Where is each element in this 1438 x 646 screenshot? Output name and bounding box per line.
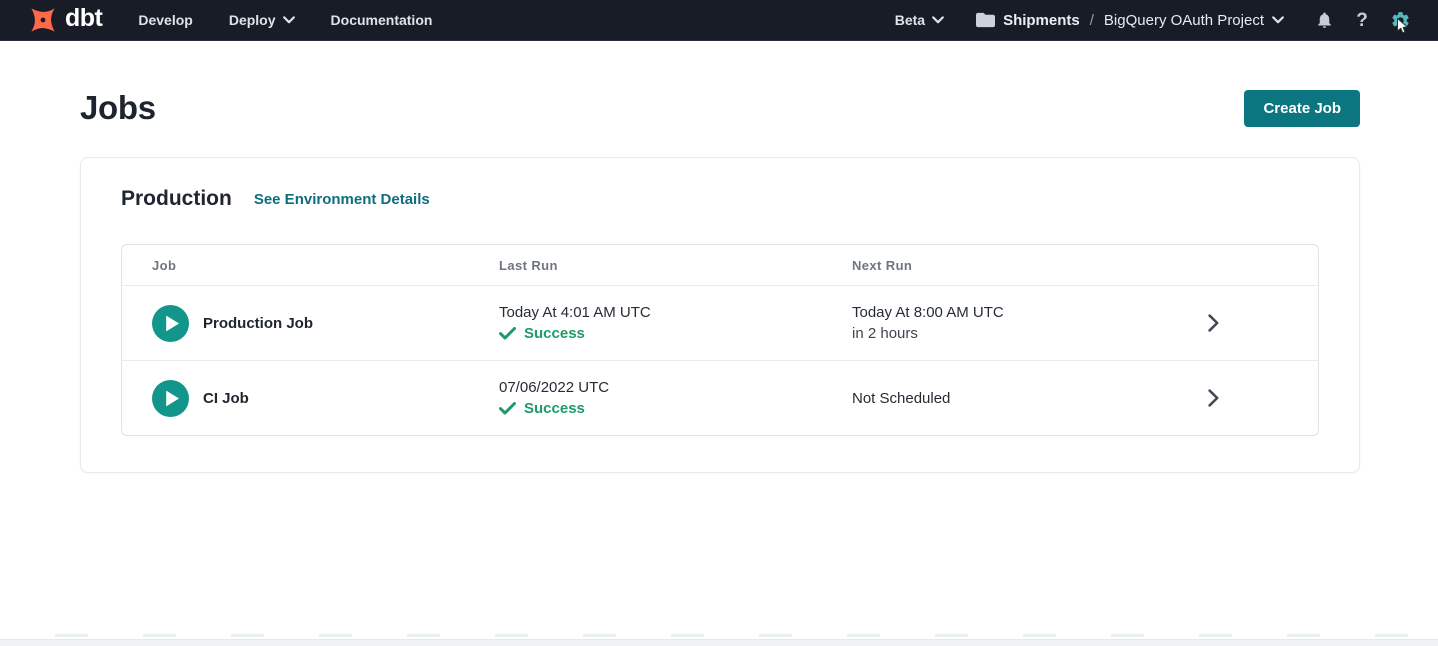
help-icon: ? bbox=[1356, 11, 1368, 30]
table-row-ci-job[interactable]: CI Job 07/06/2022 UTC Success Not Schedu… bbox=[122, 360, 1318, 435]
row-open-button[interactable] bbox=[1183, 314, 1243, 332]
last-run-status: Success bbox=[499, 400, 852, 417]
environment-card-header: Production See Environment Details bbox=[121, 185, 1319, 213]
status-text: Success bbox=[524, 325, 585, 342]
nav-items: Develop Deploy Documentation bbox=[138, 12, 432, 28]
last-run-status: Success bbox=[499, 325, 852, 342]
column-header-last-run: Last Run bbox=[499, 258, 852, 273]
chevron-right-icon bbox=[1208, 389, 1219, 407]
job-cell: CI Job bbox=[152, 380, 499, 417]
notifications-button[interactable] bbox=[1312, 8, 1336, 32]
run-job-button[interactable] bbox=[152, 380, 189, 417]
nav-item-documentation[interactable]: Documentation bbox=[331, 12, 433, 28]
job-name: Production Job bbox=[203, 315, 313, 332]
chevron-down-icon bbox=[1272, 16, 1284, 24]
gear-icon bbox=[1390, 10, 1411, 31]
nav-item-label: Develop bbox=[138, 12, 192, 28]
settings-button[interactable] bbox=[1388, 8, 1412, 32]
bell-icon bbox=[1315, 10, 1334, 30]
column-header-job: Job bbox=[152, 258, 499, 273]
last-run-time: Today At 4:01 AM UTC bbox=[499, 304, 852, 321]
top-nav: dbt Develop Deploy Documentation Beta Sh… bbox=[0, 0, 1438, 41]
breadcrumb-project[interactable]: Shipments bbox=[1003, 12, 1080, 29]
next-run-cell: Today At 8:00 AM UTC in 2 hours bbox=[852, 304, 1183, 342]
chevron-down-icon bbox=[932, 16, 944, 24]
bottom-dashed-divider bbox=[0, 634, 1438, 637]
last-run-cell: Today At 4:01 AM UTC Success bbox=[499, 304, 852, 342]
breadcrumb-connection[interactable]: BigQuery OAuth Project bbox=[1104, 12, 1284, 29]
help-button[interactable]: ? bbox=[1350, 8, 1374, 32]
dbt-logo-icon bbox=[26, 3, 60, 37]
dbt-logo[interactable]: dbt bbox=[26, 3, 102, 37]
jobs-table-header-row: Job Last Run Next Run bbox=[122, 245, 1318, 285]
breadcrumb-connection-label: BigQuery OAuth Project bbox=[1104, 12, 1264, 29]
table-row-production-job[interactable]: Production Job Today At 4:01 AM UTC Succ… bbox=[122, 285, 1318, 360]
check-icon bbox=[499, 402, 516, 415]
nav-right: Beta Shipments / BigQuery OAuth Project bbox=[895, 8, 1412, 32]
nav-item-label: Documentation bbox=[331, 12, 433, 28]
next-run-time: Not Scheduled bbox=[852, 390, 1183, 407]
breadcrumb: Shipments / BigQuery OAuth Project bbox=[976, 12, 1284, 29]
check-icon bbox=[499, 327, 516, 340]
create-job-button[interactable]: Create Job bbox=[1244, 90, 1360, 127]
page-title: Jobs bbox=[80, 89, 156, 127]
beta-menu[interactable]: Beta bbox=[895, 12, 944, 28]
nav-item-label: Deploy bbox=[229, 12, 276, 28]
page-header: Jobs Create Job bbox=[80, 89, 1360, 127]
chevron-down-icon bbox=[283, 16, 295, 24]
dbt-logo-text: dbt bbox=[65, 6, 102, 34]
bottom-edge-strip bbox=[0, 639, 1438, 646]
breadcrumb-separator: / bbox=[1088, 12, 1096, 29]
jobs-table: Job Last Run Next Run Production Job Tod… bbox=[121, 244, 1319, 436]
row-open-button[interactable] bbox=[1183, 389, 1243, 407]
nav-item-deploy[interactable]: Deploy bbox=[229, 12, 295, 28]
folder-icon bbox=[976, 12, 995, 28]
environment-details-link[interactable]: See Environment Details bbox=[254, 191, 430, 208]
environment-name: Production bbox=[121, 185, 232, 213]
job-cell: Production Job bbox=[152, 305, 499, 342]
run-job-button[interactable] bbox=[152, 305, 189, 342]
next-run-time: Today At 8:00 AM UTC bbox=[852, 304, 1183, 321]
next-run-cell: Not Scheduled bbox=[852, 390, 1183, 407]
environment-card: Production See Environment Details Job L… bbox=[80, 157, 1360, 473]
column-header-next-run: Next Run bbox=[852, 258, 1183, 273]
last-run-time: 07/06/2022 UTC bbox=[499, 379, 852, 396]
job-name: CI Job bbox=[203, 390, 249, 407]
nav-item-develop[interactable]: Develop bbox=[138, 12, 192, 28]
status-text: Success bbox=[524, 400, 585, 417]
beta-label: Beta bbox=[895, 12, 925, 28]
last-run-cell: 07/06/2022 UTC Success bbox=[499, 379, 852, 417]
next-run-note: in 2 hours bbox=[852, 325, 1183, 342]
chevron-right-icon bbox=[1208, 314, 1219, 332]
